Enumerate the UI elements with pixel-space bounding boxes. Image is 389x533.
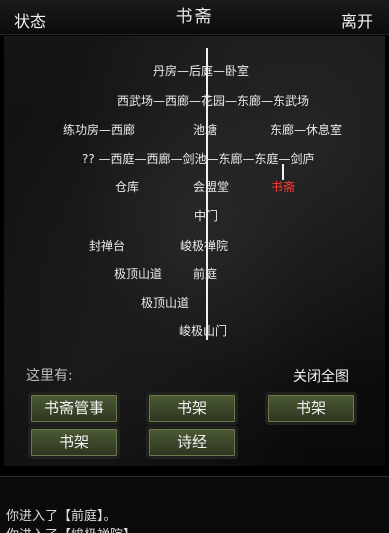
map-room-row-10[interactable]: 峻极山门 (179, 322, 227, 339)
map-room-current[interactable]: 书斋 (271, 178, 295, 195)
map-room-row-7-center[interactable]: 峻极禅院 (180, 237, 228, 254)
npc-button-1[interactable]: 书斋管事 (30, 394, 118, 423)
npc-button-2[interactable]: 书架 (148, 394, 236, 423)
npc-button-4[interactable]: 书架 (30, 428, 118, 457)
log-line-1: 你进入了【前庭】。 (6, 509, 117, 524)
map-room-row-5-west[interactable]: 仓库 (115, 178, 139, 195)
map-room-row-6[interactable]: 中门 (194, 207, 218, 224)
map-room-row-8-center[interactable]: 前庭 (193, 265, 217, 282)
map-room-row-7-west[interactable]: 封禅台 (89, 237, 125, 254)
npc-button-5[interactable]: 诗经 (148, 428, 236, 457)
map-room-row-3-west[interactable]: 练功房—西廊 (63, 121, 135, 138)
map-room-row-1[interactable]: 丹房—后庭—卧室 (153, 62, 249, 79)
map-room-row-3-center[interactable]: 池塘 (193, 121, 217, 138)
close-map-button[interactable]: 关闭全图 (293, 366, 349, 386)
map-room-row-8-west[interactable]: 极顶山道 (114, 265, 162, 282)
map-room-row-4[interactable]: ?? —西庭—西廊—剑池—东廊—东庭—剑庐 (82, 150, 315, 167)
message-log: 你进入了【前庭】。 你进入了【峻极禅院】。 (0, 476, 389, 533)
npc-button-3[interactable]: 书架 (267, 394, 355, 423)
map-room-row-5-center[interactable]: 会盟堂 (193, 178, 229, 195)
map-room-row-3-east[interactable]: 东廊—休息室 (270, 121, 342, 138)
map-room-row-9[interactable]: 极顶山道 (141, 294, 189, 311)
here-label: 这里有: (26, 368, 73, 384)
map-room-row-2[interactable]: 西武场—西廊—花园—东廊—东武场 (117, 92, 309, 109)
